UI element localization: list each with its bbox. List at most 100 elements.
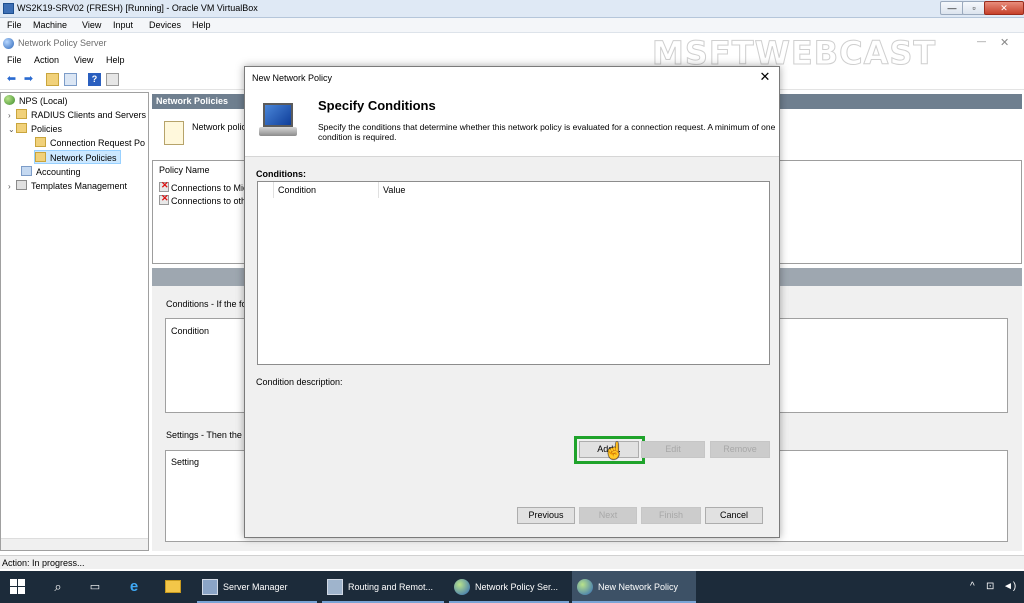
back-arrow-icon[interactable]: ⬅	[5, 73, 18, 86]
settings-group-label: Settings - Then the fo	[166, 430, 252, 440]
intro-text: Network polici	[192, 122, 249, 132]
folder-icon	[16, 109, 27, 119]
folder-up-icon[interactable]	[46, 73, 59, 86]
taskbar-app-new-network-policy[interactable]: New Network Policy	[572, 571, 696, 603]
nps-window-title: Network Policy Server	[18, 38, 107, 48]
vbox-window-title: WS2K19-SRV02 (FRESH) [Running] - Oracle …	[17, 3, 258, 13]
vbox-menu-file[interactable]: File	[7, 20, 22, 30]
tree-item-label: Connection Request Po	[50, 138, 146, 148]
computer-monitor-icon	[259, 103, 297, 137]
vbox-menu-devices[interactable]: Devices	[149, 20, 181, 30]
dialog-close-button[interactable]: ✕	[758, 70, 772, 84]
nps-globe-icon	[4, 95, 15, 105]
nps-menu-action[interactable]: Action	[34, 55, 59, 65]
console-tree: NPS (Local) › RADIUS Clients and Servers …	[0, 92, 149, 551]
tree-horizontal-scrollbar[interactable]	[1, 538, 148, 550]
internet-explorer-icon[interactable]: e	[123, 571, 145, 603]
tree-item-connection-request[interactable]: Connection Request Po	[35, 136, 145, 150]
file-explorer-icon[interactable]	[162, 571, 184, 603]
conditions-label: Conditions:	[256, 169, 306, 179]
edit-condition-button[interactable]: Edit	[641, 441, 705, 458]
tree-item-accounting[interactable]: Accounting	[21, 165, 81, 179]
nps-menu-file[interactable]: File	[7, 55, 22, 65]
tree-item-label: Network Policies	[50, 153, 117, 163]
properties-icon[interactable]	[106, 73, 119, 86]
tree-item-nps-local[interactable]: NPS (Local)	[4, 94, 68, 108]
taskbar-app-label: Network Policy Ser...	[475, 582, 559, 592]
tree-item-label: RADIUS Clients and Servers	[31, 110, 147, 120]
vbox-menu-help[interactable]: Help	[192, 20, 211, 30]
nps-menu-view[interactable]: View	[74, 55, 93, 65]
expand-chevron-icon[interactable]: ›	[8, 180, 16, 194]
previous-button[interactable]: Previous	[517, 507, 575, 524]
search-icon[interactable]: ⌕	[48, 571, 68, 603]
nps-globe-icon	[454, 579, 470, 595]
taskbar-app-server-manager[interactable]: Server Manager	[197, 571, 317, 603]
taskbar-app-nps[interactable]: Network Policy Ser...	[449, 571, 569, 603]
help-icon[interactable]: ?	[88, 73, 101, 86]
windows-start-icon[interactable]	[10, 579, 26, 595]
finish-button[interactable]: Finish	[641, 507, 701, 524]
column-divider	[378, 182, 379, 198]
new-network-policy-dialog: New Network Policy ✕ Specify Conditions …	[244, 66, 780, 538]
document-icon	[164, 121, 184, 145]
collapse-chevron-icon[interactable]: ⌄	[8, 123, 16, 137]
dialog-title: New Network Policy	[252, 73, 333, 83]
volume-icon[interactable]: ◄)	[1003, 571, 1016, 603]
windows-taskbar: ⌕ ▭ e Server Manager Routing and Remot..…	[0, 571, 1024, 603]
status-bar: Action: In progress...	[0, 555, 1024, 569]
dialog-title-bar: New Network Policy ✕	[245, 67, 779, 89]
vbox-menu-machine[interactable]: Machine	[33, 20, 67, 30]
expand-chevron-icon[interactable]: ›	[8, 109, 16, 123]
condition-description-label: Condition description:	[256, 377, 343, 387]
minimize-button[interactable]: —	[940, 1, 964, 15]
tree-item-label: NPS (Local)	[19, 96, 68, 106]
disabled-policy-icon	[159, 193, 169, 205]
show-hide-tree-icon[interactable]	[64, 73, 77, 86]
value-column-header[interactable]: Value	[383, 185, 405, 195]
policy-row-label: Connections to othe	[171, 196, 252, 206]
show-hidden-icons-chevron-icon[interactable]: ^	[970, 571, 975, 603]
nps-menu-help[interactable]: Help	[106, 55, 125, 65]
network-icon[interactable]: ⊡	[986, 571, 994, 603]
remove-condition-button[interactable]: Remove	[710, 441, 770, 458]
taskbar-app-label: New Network Policy	[598, 582, 679, 592]
nps-close-button[interactable]: ✕	[1000, 36, 1009, 49]
routing-icon	[327, 579, 343, 595]
tree-item-network-policies[interactable]: Network Policies	[34, 150, 121, 164]
tree-item-label: Templates Management	[31, 181, 128, 191]
policy-row-label: Connections to Micr	[171, 183, 251, 193]
forward-arrow-icon[interactable]: ➡	[22, 73, 35, 86]
vbox-title-bar: WS2K19-SRV02 (FRESH) [Running] - Oracle …	[0, 0, 1024, 18]
conditions-list[interactable]: Condition Value	[257, 181, 770, 365]
vbox-menu-view[interactable]: View	[82, 20, 101, 30]
conditions-group-label: Conditions - If the folli	[166, 299, 253, 309]
vbox-menu-bar: File Machine View Input Devices Help	[0, 18, 1024, 33]
folder-icon	[35, 137, 46, 147]
condition-column-header: Condition	[171, 326, 210, 336]
status-text: Action: In progress...	[2, 558, 85, 568]
tree-item-radius[interactable]: › RADIUS Clients and Servers	[8, 108, 146, 122]
policy-name-column-header[interactable]: Policy Name	[159, 165, 210, 175]
cancel-button[interactable]: Cancel	[705, 507, 763, 524]
folder-icon	[35, 152, 46, 162]
page-description: Specify the conditions that determine wh…	[318, 122, 776, 142]
accounting-icon	[21, 166, 32, 176]
server-manager-icon	[202, 579, 218, 595]
tree-item-policies[interactable]: ⌄ Policies	[8, 122, 62, 136]
hand-cursor-icon: ☝	[604, 443, 624, 460]
templates-icon	[16, 180, 27, 190]
policy-row[interactable]: Connections to Micr	[159, 180, 251, 193]
condition-column-header[interactable]: Condition	[278, 185, 316, 195]
dialog-banner: Specify Conditions Specify the condition…	[245, 89, 779, 157]
task-view-icon[interactable]: ▭	[86, 571, 104, 603]
policy-row[interactable]: Connections to othe	[159, 193, 252, 206]
taskbar-app-routing[interactable]: Routing and Remot...	[322, 571, 444, 603]
vbox-menu-input[interactable]: Input	[113, 20, 133, 30]
next-button[interactable]: Next	[579, 507, 637, 524]
close-button[interactable]: ✕	[984, 1, 1024, 15]
taskbar-app-label: Routing and Remot...	[348, 582, 434, 592]
maximize-button[interactable]: ▫	[962, 1, 986, 15]
tree-item-templates[interactable]: › Templates Management	[8, 179, 127, 193]
nps-minimize-button[interactable]: —	[977, 36, 986, 46]
